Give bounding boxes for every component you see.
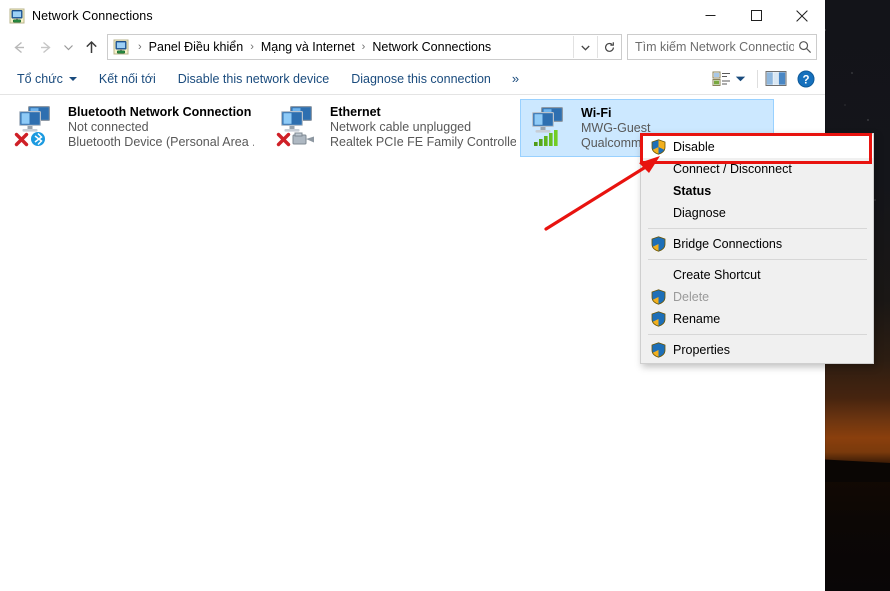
back-arrow-icon[interactable] [6, 34, 32, 60]
command-bar: Tổ chức Kết nối tới Disable this network… [0, 63, 825, 95]
breadcrumb-separator: › [361, 40, 366, 53]
menu-item-label: Create Shortcut [673, 268, 761, 282]
ethernet-cable-icon [292, 132, 314, 145]
connection-labels: Ethernet Network cable unplugged Realtek… [330, 103, 516, 150]
menu-separator [648, 228, 867, 229]
shield-icon [645, 339, 671, 361]
forward-arrow-icon[interactable] [32, 34, 58, 60]
connection-status: Not connected [68, 120, 149, 134]
context-menu: Disable Connect / Disconnect Status Diag… [640, 133, 874, 364]
preview-pane-icon[interactable] [765, 66, 787, 92]
menu-item-label: Delete [673, 290, 710, 304]
network-connections-icon [9, 8, 25, 24]
shield-icon [645, 233, 671, 255]
breadcrumb-item-control-panel[interactable]: Panel Điều khiển [147, 40, 246, 54]
menu-item-bridge-connections[interactable]: Bridge Connections [641, 233, 873, 255]
search-icon[interactable] [794, 40, 816, 54]
close-button[interactable] [779, 0, 825, 31]
bluetooth-icon [31, 132, 45, 146]
menu-item-delete: Delete [641, 286, 873, 308]
network-adapter-icon [14, 103, 62, 147]
breadcrumb-separator: › [250, 40, 254, 53]
menu-item-create-shortcut[interactable]: Create Shortcut [641, 264, 873, 286]
command-diagnose-this-connection[interactable]: Diagnose this connection [340, 67, 502, 91]
menu-item-label: Properties [673, 343, 730, 357]
network-adapter-icon [276, 103, 324, 147]
menu-item-label: Bridge Connections [673, 237, 783, 251]
help-icon[interactable]: ? [787, 66, 819, 92]
connection-name: Ethernet [330, 105, 381, 119]
command-bar-right-icons: ? [712, 63, 819, 94]
menu-icon-placeholder [645, 180, 671, 202]
command-disable-this-network-device[interactable]: Disable this network device [167, 67, 340, 91]
shield-icon [645, 286, 671, 308]
command-organize[interactable]: Tổ chức [6, 67, 88, 91]
connection-name: Bluetooth Network Connection [68, 105, 252, 119]
menu-item-connect-disconnect[interactable]: Connect / Disconnect [641, 158, 873, 180]
menu-item-label: Connect / Disconnect [673, 162, 792, 176]
chevron-down-icon [68, 77, 77, 82]
menu-item-disable[interactable]: Disable [641, 136, 873, 158]
chevron-down-icon[interactable] [573, 36, 597, 58]
recent-locations-chevron-icon[interactable] [58, 34, 78, 60]
toolbar-divider [757, 69, 758, 88]
window-title: Network Connections [32, 8, 153, 23]
connection-device: Bluetooth Device (Personal Area ... [68, 135, 254, 149]
shield-icon [645, 136, 671, 158]
menu-item-status[interactable]: Status [641, 180, 873, 202]
search-placeholder: Tìm kiếm Network Connections [635, 40, 794, 54]
menu-separator [648, 334, 867, 335]
menu-icon-placeholder [645, 158, 671, 180]
menu-item-diagnose[interactable]: Diagnose [641, 202, 873, 224]
command-connect-to[interactable]: Kết nối tới [88, 67, 167, 91]
change-view-icon[interactable] [712, 66, 732, 92]
network-adapter-icon [527, 104, 575, 148]
connection-name: Wi-Fi [581, 106, 612, 120]
title-bar: Network Connections [0, 0, 825, 31]
window-controls [687, 0, 825, 31]
breadcrumb[interactable]: › Panel Điều khiển › Mạng và Internet › … [107, 34, 622, 60]
menu-item-properties[interactable]: Properties [641, 339, 873, 361]
menu-item-rename[interactable]: Rename [641, 308, 873, 330]
svg-text:?: ? [802, 74, 809, 86]
up-arrow-icon[interactable] [78, 34, 104, 60]
command-organize-label: Tổ chức [17, 71, 63, 86]
control-panel-icon [113, 39, 129, 55]
menu-item-label: Status [673, 184, 712, 198]
address-bar: › Panel Điều khiển › Mạng và Internet › … [0, 31, 825, 63]
menu-item-label: Disable [673, 140, 715, 154]
breadcrumb-item-network-connections[interactable]: Network Connections [370, 40, 493, 54]
connection-labels: Bluetooth Network Connection Not connect… [68, 103, 254, 150]
shield-icon [645, 308, 671, 330]
connection-item-bluetooth[interactable]: Bluetooth Network Connection Not connect… [8, 99, 260, 155]
command-overflow-button[interactable]: » [502, 71, 528, 86]
menu-icon-placeholder [645, 202, 671, 224]
menu-item-label: Diagnose [673, 206, 726, 220]
breadcrumb-separator: › [138, 40, 142, 53]
maximize-button[interactable] [733, 0, 779, 31]
connection-item-ethernet[interactable]: Ethernet Network cable unplugged Realtek… [270, 99, 522, 155]
menu-separator [648, 259, 867, 260]
breadcrumb-item-network-and-internet[interactable]: Mạng và Internet [259, 40, 357, 54]
minimize-button[interactable] [687, 0, 733, 31]
connection-status: Network cable unplugged [330, 120, 472, 134]
search-input[interactable]: Tìm kiếm Network Connections [627, 34, 817, 60]
menu-icon-placeholder [645, 264, 671, 286]
refresh-icon[interactable] [597, 36, 621, 58]
connection-device: Realtek PCIe FE Family Controller [330, 135, 516, 149]
view-dropdown-chevron-icon[interactable] [732, 66, 750, 92]
menu-item-label: Rename [673, 312, 721, 326]
